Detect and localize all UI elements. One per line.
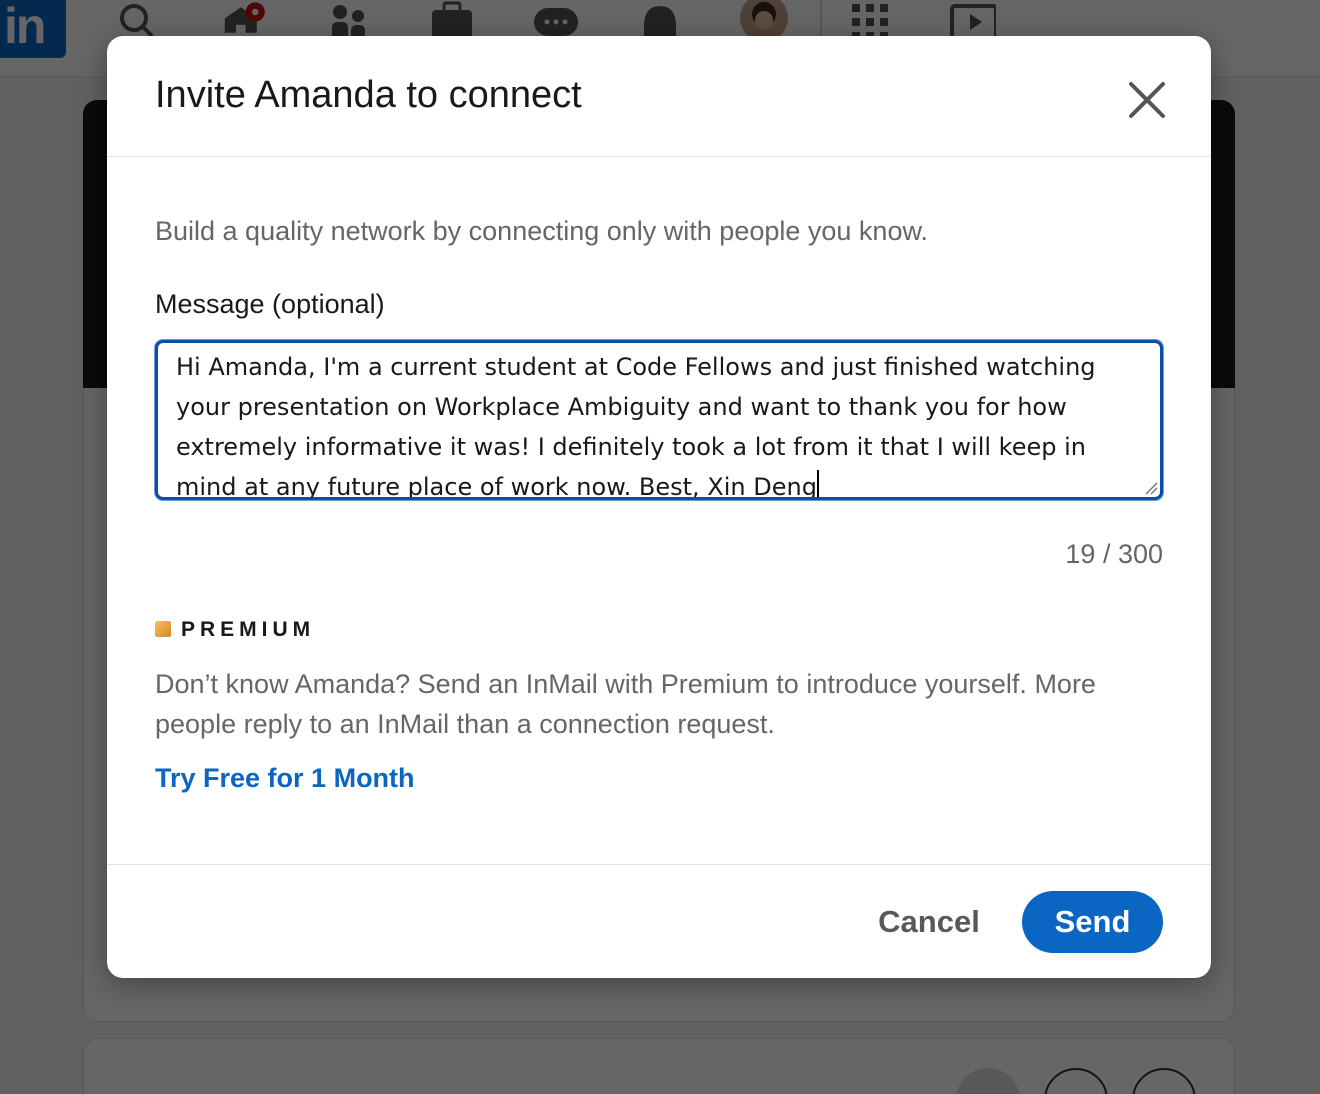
message-label: Message (optional) <box>155 289 385 319</box>
text-cursor <box>816 470 819 497</box>
modal-subtitle: Build a quality network by connecting on… <box>155 216 928 246</box>
message-text[interactable]: Hi Amanda, I'm a current student at Code… <box>176 347 1146 497</box>
modal-title: Invite Amanda to connect <box>155 74 582 116</box>
cancel-button[interactable]: Cancel <box>859 891 999 953</box>
premium-icon <box>155 621 171 637</box>
premium-label: PREMIUM <box>181 618 316 641</box>
premium-description: Don’t know Amanda? Send an InMail with P… <box>155 669 1096 739</box>
close-icon[interactable] <box>1121 74 1173 126</box>
invite-modal: Invite Amanda to connect Build a quality… <box>107 36 1211 978</box>
character-counter: 19 / 300 <box>1065 539 1163 569</box>
send-button[interactable]: Send <box>1022 891 1163 953</box>
message-textarea[interactable]: Hi Amanda, I'm a current student at Code… <box>155 340 1163 500</box>
modal-header: Invite Amanda to connect <box>107 36 1211 157</box>
try-premium-link[interactable]: Try Free for 1 Month <box>155 763 415 794</box>
resize-handle-icon[interactable] <box>1144 481 1158 495</box>
modal-footer: Cancel Send <box>107 864 1211 978</box>
